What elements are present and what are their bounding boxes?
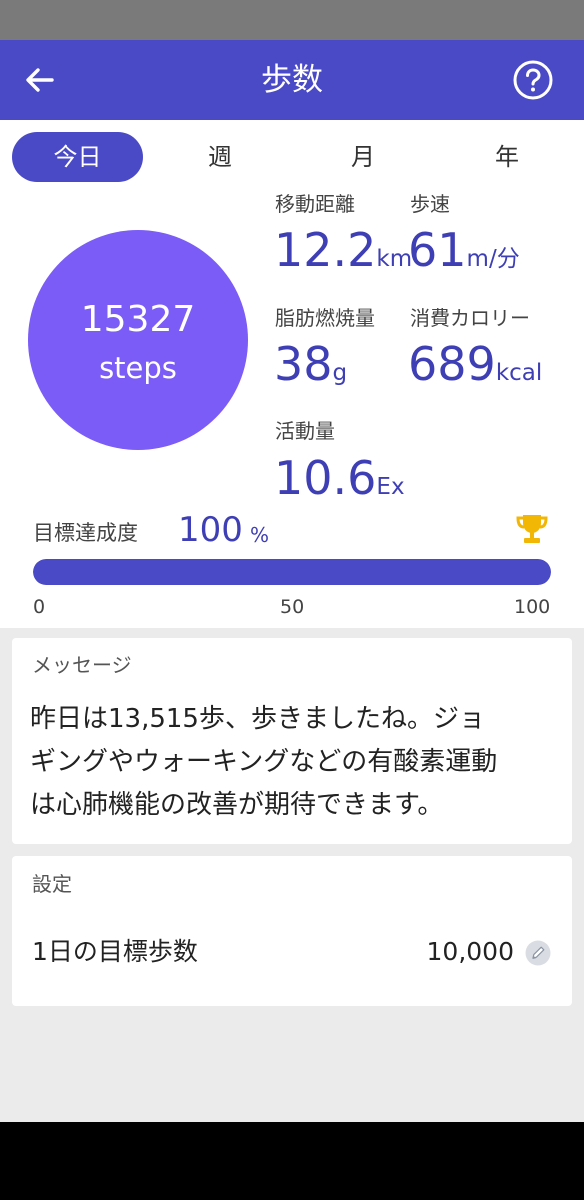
message-line: ギングやウォーキングなどの有酸素運動: [30, 747, 498, 777]
calories-label: 消費カロリー: [410, 306, 530, 330]
goal-progress-bar: [33, 559, 551, 585]
message-card: メッセージ 昨日は13,515歩、歩きましたね。ジョ ギングやウォーキングなどの…: [12, 638, 572, 844]
activity-unit: Ex: [376, 474, 405, 500]
calories-value: 689kcal: [408, 336, 542, 403]
progress-tick-min: 0: [33, 596, 46, 618]
goal-progress-fill: [33, 559, 551, 585]
tab-week[interactable]: 週: [170, 132, 270, 182]
daily-goal-steps-value: 10,000: [426, 937, 514, 966]
trophy-icon: [516, 515, 548, 543]
fat-burn-unit: g: [332, 360, 348, 386]
fat-burn-value: 38g: [274, 336, 347, 403]
message-line: は心肺機能の改善が期待できます。: [30, 790, 444, 820]
daily-goal-steps-label: 1日の目標歩数: [32, 937, 198, 966]
goal-value: 100: [178, 510, 243, 550]
tab-month[interactable]: 月: [313, 132, 413, 182]
activity-number: 10.6: [274, 451, 377, 505]
page-title: 歩数: [261, 62, 323, 98]
tab-today[interactable]: 今日: [12, 132, 143, 182]
fat-burn-label: 脂肪燃焼量: [275, 306, 375, 330]
distance-number: 12.2: [274, 223, 377, 277]
daily-goal-steps-setting[interactable]: 1日の目標歩数 10,000: [12, 926, 572, 978]
system-navigation-bar: [0, 1122, 584, 1200]
fat-burn-number: 38: [274, 337, 333, 391]
progress-tick-max: 100: [514, 596, 551, 618]
status-bar: [0, 0, 584, 40]
question-circle-icon: [513, 60, 553, 100]
pencil-icon[interactable]: [524, 939, 552, 967]
calories-number: 689: [408, 337, 496, 391]
distance-value: 12.2km: [274, 222, 412, 289]
period-tabs: 今日 週 月 年: [0, 132, 584, 182]
goal-percent-unit: %: [250, 523, 270, 547]
app-bar: 歩数: [0, 40, 584, 120]
distance-unit: km: [376, 246, 413, 272]
pace-unit: m/分: [466, 246, 520, 272]
progress-tick-mid: 50: [280, 596, 305, 618]
pace-number: 61: [408, 223, 467, 277]
activity-value: 10.6Ex: [274, 450, 405, 517]
steps-count: 15327: [80, 299, 196, 340]
activity-label: 活動量: [275, 419, 335, 443]
pace-label: 歩速: [410, 192, 450, 216]
message-title: メッセージ: [32, 653, 132, 677]
settings-card: 設定 1日の目標歩数 10,000: [12, 856, 572, 1006]
calories-unit: kcal: [495, 360, 543, 386]
goal-label: 目標達成度: [33, 521, 138, 545]
help-button[interactable]: [512, 59, 554, 101]
settings-title: 設定: [32, 872, 72, 896]
steps-circle: 15327 steps: [28, 230, 248, 450]
message-line: 昨日は13,515歩、歩きましたね。ジョ: [30, 704, 485, 734]
message-text: 昨日は13,515歩、歩きましたね。ジョ ギングやウォーキングなどの有酸素運動 …: [30, 698, 560, 827]
pace-value: 61m/分: [408, 222, 520, 289]
steps-unit: steps: [99, 351, 177, 385]
tab-year[interactable]: 年: [457, 132, 557, 182]
distance-label: 移動距離: [275, 192, 355, 216]
summary-panel: 今日 週 月 年 15327 steps 移動距離 12.2km 歩速 61m/…: [0, 120, 584, 628]
